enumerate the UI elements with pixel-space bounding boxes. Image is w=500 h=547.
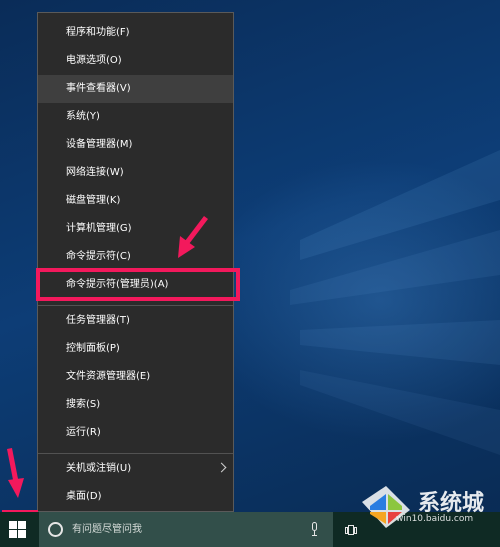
menu-item-power-options[interactable]: 电源选项(O): [38, 47, 233, 75]
menu-item-control-panel[interactable]: 控制面板(P): [38, 335, 233, 363]
menu-item-run[interactable]: 运行(R): [38, 419, 233, 447]
menu-item-system[interactable]: 系统(Y): [38, 103, 233, 131]
menu-item-disk-management[interactable]: 磁盘管理(K): [38, 187, 233, 215]
menu-item-desktop[interactable]: 桌面(D): [38, 483, 233, 511]
windows-logo-watermark: 系统城: [362, 486, 484, 528]
menu-item-shutdown-signout[interactable]: 关机或注销(U): [38, 455, 233, 483]
menu-item-event-viewer[interactable]: 事件查看器(V): [38, 75, 233, 103]
menu-item-device-manager[interactable]: 设备管理器(M): [38, 131, 233, 159]
menu-item-network-connections[interactable]: 网络连接(W): [38, 159, 233, 187]
search-placeholder: 有问题尽管问我: [72, 524, 142, 535]
arrow-pointer-icon: [178, 216, 208, 258]
chevron-right-icon: [216, 462, 227, 473]
menu-item-file-explorer[interactable]: 文件资源管理器(E): [38, 363, 233, 391]
menu-separator: [38, 453, 233, 454]
menu-item-search[interactable]: 搜索(S): [38, 391, 233, 419]
cortana-search-box[interactable]: 有问题尽管问我: [39, 512, 333, 547]
windows-start-icon[interactable]: [6, 518, 28, 540]
microphone-icon[interactable]: [311, 522, 319, 536]
highlight-box-command-prompt-admin: [36, 268, 240, 301]
svg-text:系统城: 系统城: [418, 490, 484, 516]
menu-item-task-manager[interactable]: 任务管理器(T): [38, 307, 233, 335]
menu-separator: [38, 305, 233, 306]
cortana-circle-icon: [48, 522, 63, 537]
arrow-pointer-icon: [7, 448, 24, 498]
winx-context-menu: 程序和功能(F) 电源选项(O) 事件查看器(V) 系统(Y) 设备管理器(M)…: [37, 12, 234, 512]
watermark-url: win10.baidu.com: [396, 514, 474, 524]
menu-item-programs-features[interactable]: 程序和功能(F): [38, 19, 233, 47]
